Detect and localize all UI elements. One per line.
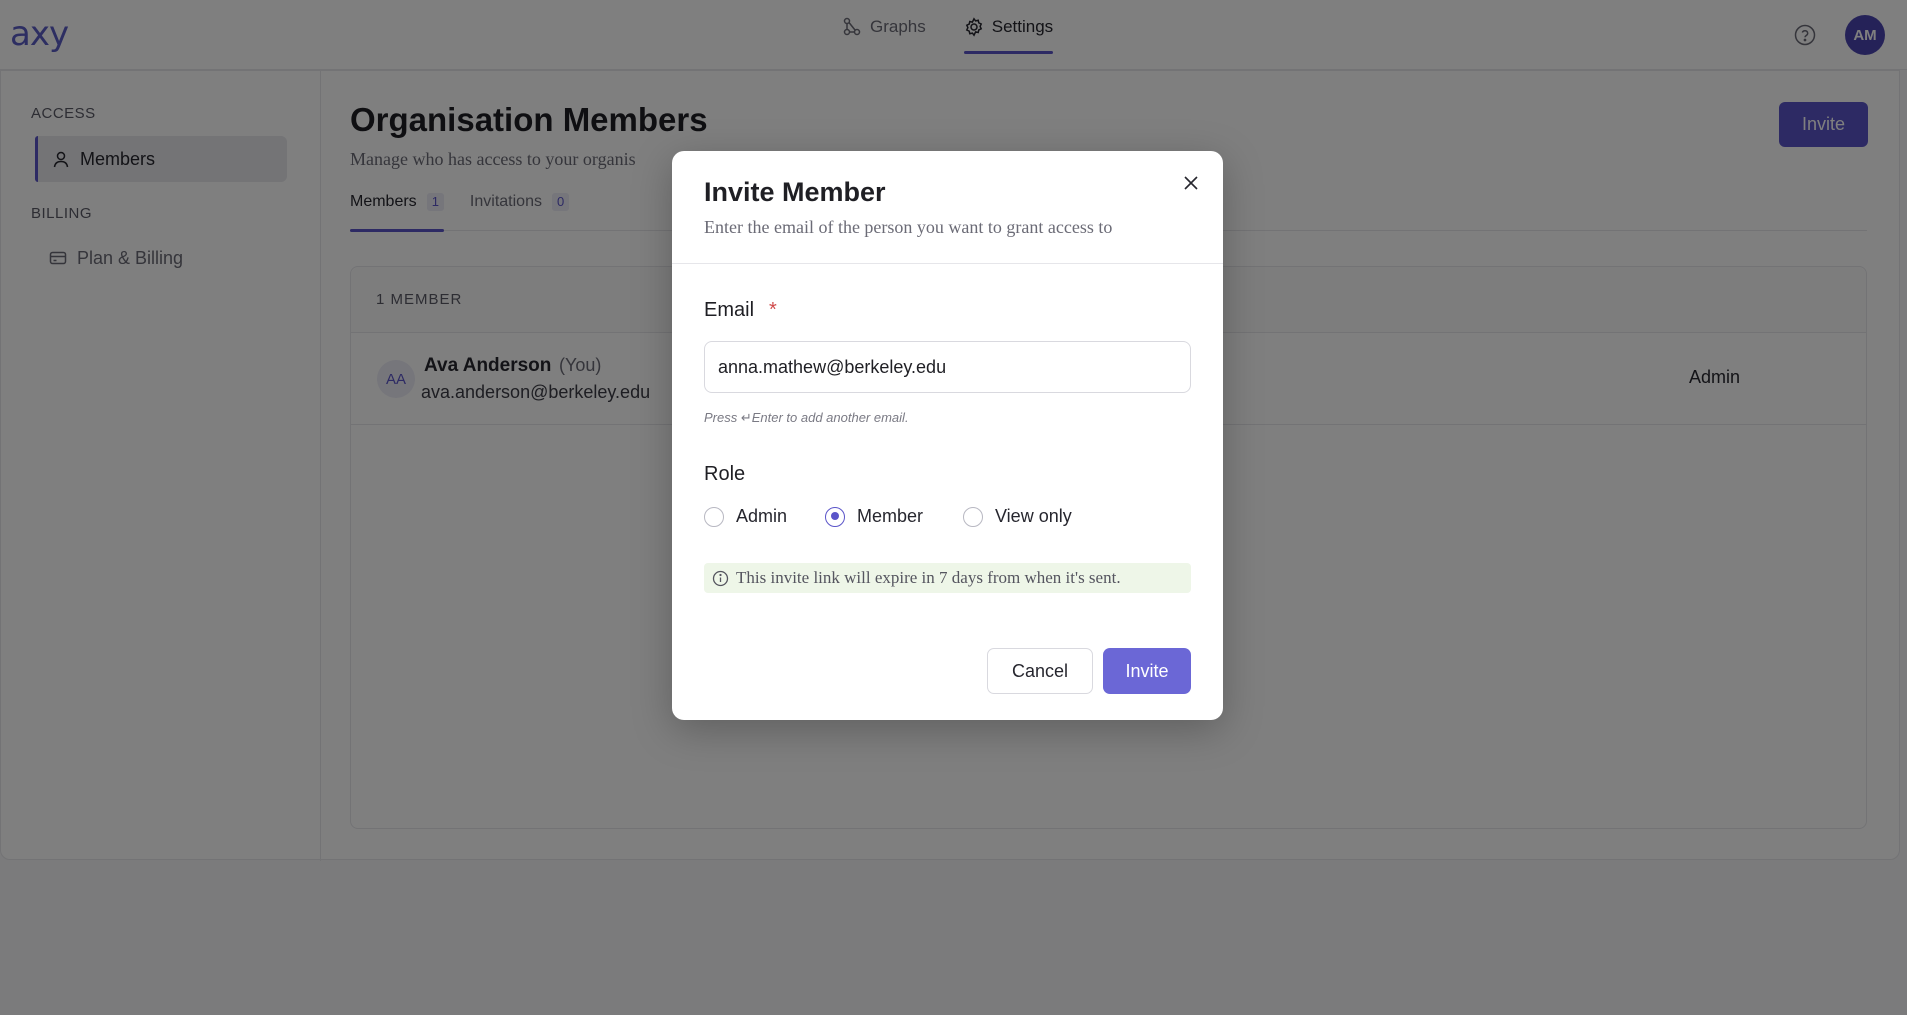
dialog-title: Invite Member bbox=[704, 177, 886, 207]
info-icon bbox=[712, 570, 729, 586]
required-marker: * bbox=[769, 299, 777, 321]
close-icon bbox=[1184, 176, 1198, 190]
radio-label: View only bbox=[995, 506, 1072, 526]
role-label: Role bbox=[704, 463, 746, 485]
dialog-subtitle: Enter the email of the person you want t… bbox=[704, 217, 1113, 237]
radio-label: Admin bbox=[736, 506, 788, 526]
send-invite-button[interactable]: Invite bbox=[1103, 648, 1191, 694]
radio-button[interactable] bbox=[963, 506, 983, 527]
email-hint: Press ↵Enter to add another email. bbox=[704, 410, 909, 425]
role-radio-admin[interactable]: Admin bbox=[704, 506, 787, 527]
expiry-text: This invite link will expire in 7 days f… bbox=[736, 568, 1121, 587]
invite-member-dialog: Invite Member Enter the email of the per… bbox=[672, 151, 1223, 720]
radio-button[interactable] bbox=[825, 506, 845, 527]
role-radio-member[interactable]: Member bbox=[825, 506, 923, 527]
divider bbox=[672, 263, 1223, 264]
role-radio-view-only[interactable]: View only bbox=[963, 506, 1072, 527]
radio-label: Member bbox=[857, 506, 924, 526]
email-label: Email bbox=[704, 299, 755, 321]
expiry-notice: This invite link will expire in 7 days f… bbox=[704, 563, 1191, 593]
cancel-button[interactable]: Cancel bbox=[987, 648, 1093, 694]
close-button[interactable] bbox=[1180, 172, 1202, 194]
radio-button[interactable] bbox=[704, 506, 724, 527]
email-field[interactable] bbox=[704, 341, 1191, 393]
